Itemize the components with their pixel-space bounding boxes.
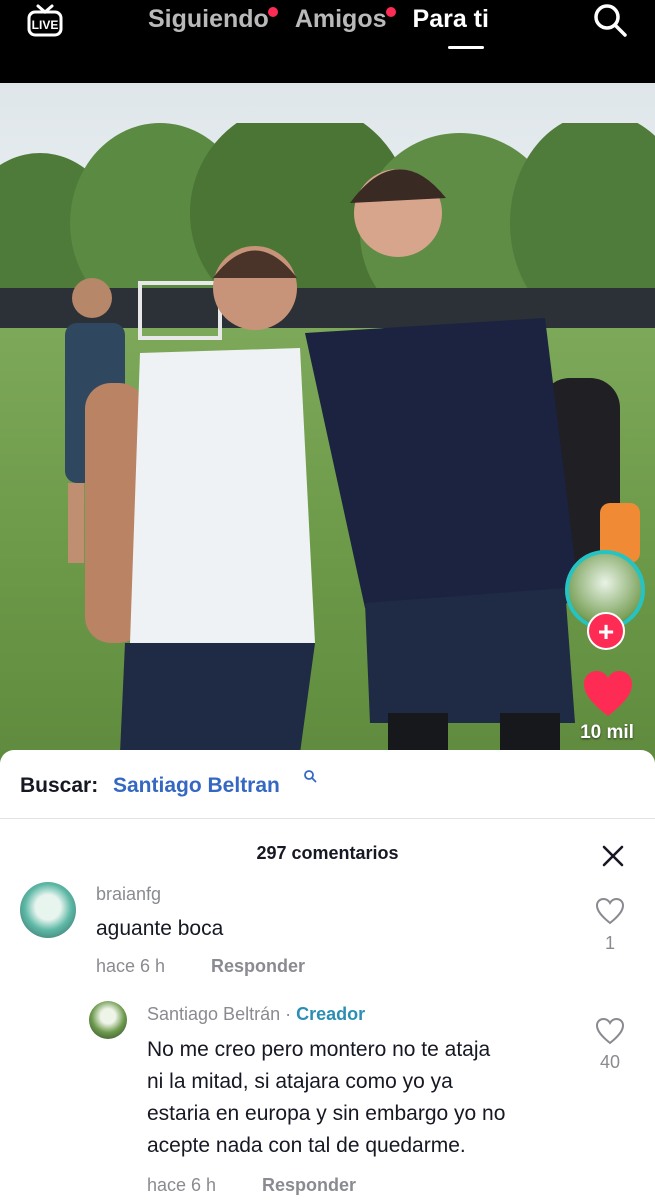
close-icon[interactable] xyxy=(600,843,626,869)
comment-like-count: 40 xyxy=(599,1052,621,1072)
comment-text-line: No me creo pero montero no te ataja xyxy=(147,1038,491,1061)
notification-dot xyxy=(385,7,396,17)
comment-like-count: 1 xyxy=(604,933,615,953)
separator: · xyxy=(280,1004,297,1024)
comment-text: aguante boca xyxy=(96,917,224,940)
notification-dot xyxy=(267,7,278,17)
creator-name[interactable]: Santiago Beltrán xyxy=(147,1004,280,1024)
reply-button[interactable]: Responder xyxy=(211,956,305,977)
like-heart-icon[interactable] xyxy=(582,670,634,718)
tab-label: Siguiendo xyxy=(148,5,269,33)
comment-time: hace 6 h xyxy=(96,956,166,976)
creator-badge: Creador xyxy=(296,1004,366,1024)
avatar[interactable] xyxy=(20,882,76,938)
comment-text-line: acepte nada con tal de quedarme. xyxy=(147,1134,466,1157)
comment-text: No me creo pero montero no te ataja ni l… xyxy=(147,1034,587,1162)
tab-label: Para ti xyxy=(412,5,489,33)
reply-button[interactable]: Responder xyxy=(262,1175,356,1196)
tab-para-ti[interactable]: Para ti xyxy=(413,4,489,34)
top-navigation-bar: LIVE Siguiendo Amigos Para ti xyxy=(0,0,655,83)
follow-button[interactable]: + xyxy=(587,612,625,650)
heart-outline-icon[interactable] xyxy=(595,897,625,925)
heart-outline-icon[interactable] xyxy=(595,1017,625,1045)
comment-text-line: estaria en europa y sin embargo yo no xyxy=(147,1102,506,1125)
live-tv-icon[interactable]: LIVE xyxy=(26,2,64,38)
like-count: 10 mil xyxy=(580,722,634,743)
comment-text-line: ni la mitad, si atajara como yo ya xyxy=(147,1070,453,1093)
video-frame-players xyxy=(65,169,640,773)
tab-label: Amigos xyxy=(294,5,387,33)
video-player[interactable]: + 10 mil xyxy=(0,83,655,773)
search-icon xyxy=(304,770,317,783)
svg-text:LIVE: LIVE xyxy=(32,18,59,32)
comment-username[interactable]: Santiago Beltrán · Creador xyxy=(147,1004,365,1025)
comment-time: hace 6 h xyxy=(147,1175,217,1195)
tab-amigos[interactable]: Amigos xyxy=(294,4,396,34)
comments-count: 297 comentarios xyxy=(256,843,399,863)
search-term-link[interactable]: Santiago Beltran xyxy=(113,774,280,798)
search-suggestion-bar[interactable]: Buscar: Santiago Beltran xyxy=(0,750,655,819)
search-icon[interactable] xyxy=(592,2,628,38)
tab-siguiendo[interactable]: Siguiendo xyxy=(148,4,278,34)
search-label: Buscar: xyxy=(20,774,99,797)
comment-username[interactable]: braianfg xyxy=(96,884,161,905)
avatar[interactable] xyxy=(89,1001,127,1039)
active-tab-indicator xyxy=(448,46,484,49)
